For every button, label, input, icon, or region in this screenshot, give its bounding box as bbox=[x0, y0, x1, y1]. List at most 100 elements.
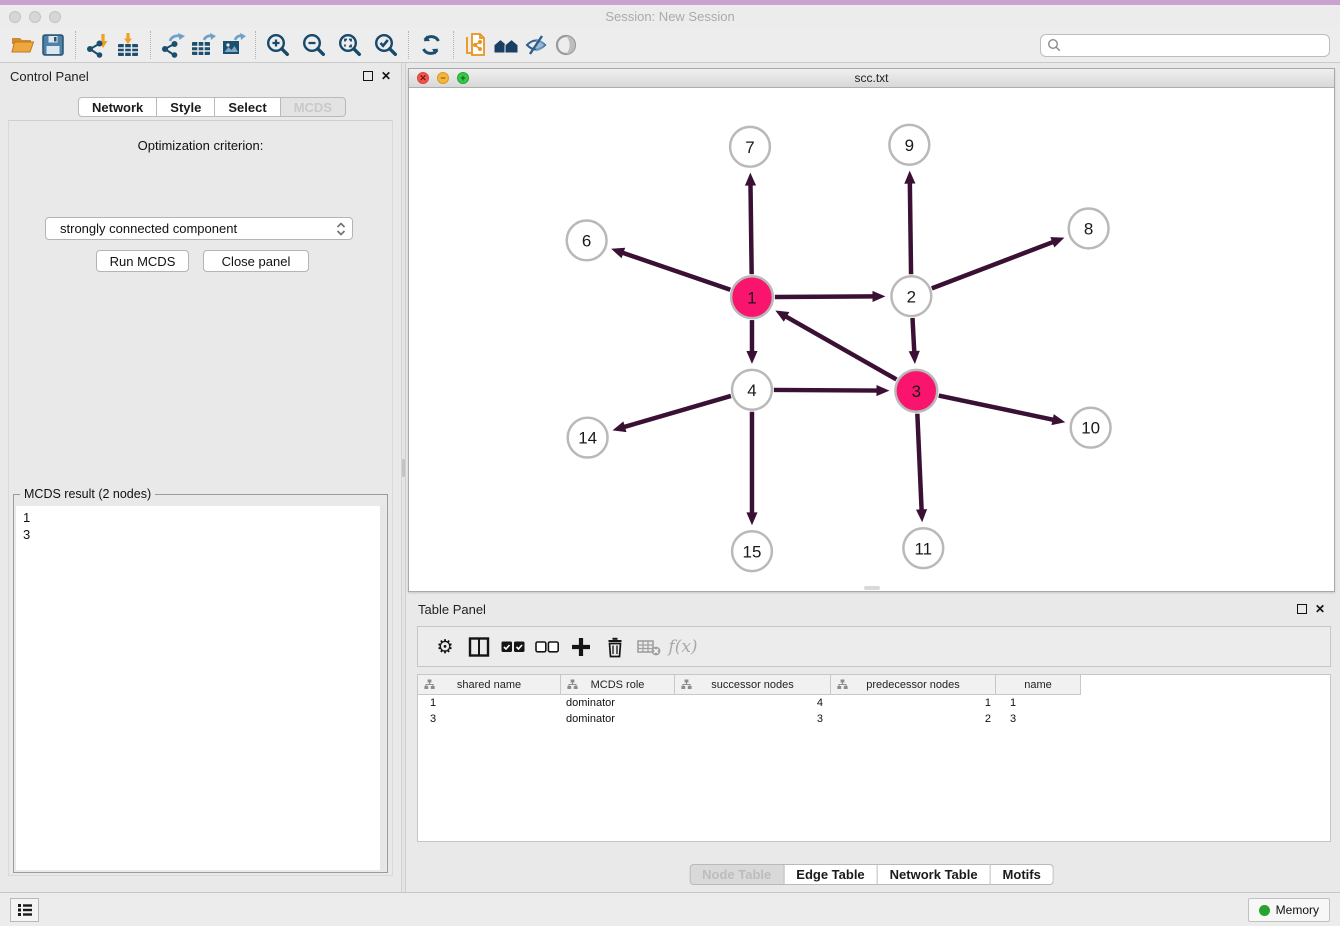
table-row[interactable]: 3 dominator 3 2 3 bbox=[418, 711, 1330, 727]
cell-predecessor-nodes[interactable]: 2 bbox=[831, 711, 996, 727]
close-panel-icon[interactable]: ✕ bbox=[381, 70, 391, 82]
graph-edge[interactable] bbox=[623, 396, 731, 427]
tab-motifs[interactable]: Motifs bbox=[991, 864, 1054, 885]
graph-edge[interactable] bbox=[910, 182, 911, 275]
cell-mcds-role[interactable]: dominator bbox=[561, 695, 675, 711]
edge-arrowhead-icon bbox=[746, 351, 757, 364]
tab-network[interactable]: Network bbox=[78, 97, 157, 117]
mcds-result-list[interactable]: 1 3 bbox=[16, 506, 385, 870]
show-graphics-icon[interactable] bbox=[551, 31, 581, 59]
table-panel-tabs: Node Table Edge Table Network Table Moti… bbox=[689, 864, 1054, 885]
tab-network-table[interactable]: Network Table bbox=[878, 864, 991, 885]
export-network-icon[interactable] bbox=[158, 31, 188, 59]
mcds-result-group: MCDS result (2 nodes) 1 3 bbox=[13, 494, 388, 873]
tab-style[interactable]: Style bbox=[157, 97, 215, 117]
run-mcds-button[interactable]: Run MCDS bbox=[96, 250, 189, 272]
network-canvas[interactable]: 7968124314101511 bbox=[409, 88, 1334, 591]
graph-edge[interactable] bbox=[750, 184, 751, 275]
result-scrollbar[interactable] bbox=[380, 506, 385, 870]
cell-shared-name[interactable]: 3 bbox=[418, 711, 561, 727]
graph-edge[interactable] bbox=[939, 396, 1055, 420]
node-table[interactable]: shared name MCDS role successor nodes pr… bbox=[417, 674, 1331, 842]
graph-edge[interactable] bbox=[932, 242, 1054, 289]
open-session-icon[interactable] bbox=[8, 31, 38, 59]
zoom-selected-icon[interactable] bbox=[371, 31, 401, 59]
new-network-from-file-icon[interactable] bbox=[461, 31, 491, 59]
toolbar-separator bbox=[255, 31, 256, 59]
graph-edge[interactable] bbox=[917, 414, 921, 512]
toolbar-separator bbox=[453, 31, 454, 59]
column-header-shared-name[interactable]: shared name bbox=[418, 675, 561, 695]
hide-graphics-icon[interactable] bbox=[521, 31, 551, 59]
tab-edge-table[interactable]: Edge Table bbox=[784, 864, 877, 885]
app-titlebar: Session: New Session bbox=[0, 5, 1340, 28]
mcds-result-value: 3 bbox=[23, 526, 385, 543]
optimization-criterion-select[interactable]: strongly connected component bbox=[45, 217, 353, 240]
graph-node-label: 2 bbox=[907, 287, 916, 306]
cell-successor-nodes[interactable]: 4 bbox=[675, 695, 831, 711]
table-panel: Table Panel ✕ ⚙ f(x) bbox=[408, 596, 1335, 886]
zoom-out-icon[interactable] bbox=[299, 31, 329, 59]
cell-predecessor-nodes[interactable]: 1 bbox=[831, 695, 996, 711]
select-spinner-icon bbox=[336, 221, 346, 237]
tab-select[interactable]: Select bbox=[215, 97, 280, 117]
cell-mcds-role[interactable]: dominator bbox=[561, 711, 675, 727]
tab-mcds[interactable]: MCDS bbox=[281, 97, 346, 117]
cell-shared-name[interactable]: 1 bbox=[418, 695, 561, 711]
graph-edge[interactable] bbox=[621, 252, 730, 289]
edge-arrowhead-icon bbox=[1050, 237, 1064, 247]
column-header-mcds-role[interactable]: MCDS role bbox=[561, 675, 675, 695]
maximize-network-icon[interactable]: + bbox=[457, 72, 469, 84]
home-layouts-icon[interactable] bbox=[491, 31, 521, 59]
graph-edge[interactable] bbox=[774, 390, 879, 391]
select-all-columns-icon[interactable] bbox=[496, 632, 530, 662]
graph-edge[interactable] bbox=[912, 318, 914, 353]
edge-arrowhead-icon bbox=[611, 248, 625, 259]
float-panel-icon[interactable] bbox=[363, 71, 373, 81]
close-table-panel-icon[interactable]: ✕ bbox=[1315, 603, 1325, 615]
import-network-icon[interactable] bbox=[83, 31, 113, 59]
export-table-icon[interactable] bbox=[188, 31, 218, 59]
float-table-panel-icon[interactable] bbox=[1297, 604, 1307, 614]
delete-table-icon[interactable] bbox=[632, 632, 666, 662]
network-window-titlebar[interactable]: ✕ − + scc.txt bbox=[409, 69, 1334, 88]
network-view-window: ✕ − + scc.txt 7968124314101511 bbox=[408, 68, 1335, 592]
control-panel-title: Control Panel bbox=[10, 69, 355, 84]
table-panel-title: Table Panel bbox=[418, 602, 1289, 617]
table-row[interactable]: 1 dominator 4 1 1 bbox=[418, 695, 1330, 711]
import-table-icon[interactable] bbox=[113, 31, 143, 59]
graph-node-label: 11 bbox=[915, 539, 933, 558]
function-builder-icon[interactable]: f(x) bbox=[666, 632, 700, 662]
task-history-button[interactable] bbox=[10, 898, 39, 922]
zoom-in-icon[interactable] bbox=[263, 31, 293, 59]
delete-row-icon[interactable] bbox=[598, 632, 632, 662]
refresh-icon[interactable] bbox=[416, 31, 446, 59]
save-session-icon[interactable] bbox=[38, 31, 68, 59]
add-row-icon[interactable] bbox=[564, 632, 598, 662]
edge-arrowhead-icon bbox=[612, 421, 626, 432]
cell-successor-nodes[interactable]: 3 bbox=[675, 711, 831, 727]
column-header-name[interactable]: name bbox=[996, 675, 1081, 695]
close-network-icon[interactable]: ✕ bbox=[417, 72, 429, 84]
graph-node-label: 7 bbox=[745, 138, 754, 157]
network-resize-grip[interactable] bbox=[864, 586, 880, 590]
graph-edge[interactable] bbox=[785, 316, 897, 380]
zoom-fit-icon[interactable] bbox=[335, 31, 365, 59]
network-window-controls[interactable]: ✕ − + bbox=[417, 72, 469, 84]
deselect-all-columns-icon[interactable] bbox=[530, 632, 564, 662]
graph-edge[interactable] bbox=[775, 296, 875, 297]
tab-node-table[interactable]: Node Table bbox=[689, 864, 784, 885]
cell-name[interactable]: 1 bbox=[996, 695, 1081, 711]
graph-node-label: 15 bbox=[743, 542, 762, 561]
close-panel-button[interactable]: Close panel bbox=[203, 250, 309, 272]
column-header-successor-nodes[interactable]: successor nodes bbox=[675, 675, 831, 695]
search-input[interactable] bbox=[1040, 34, 1330, 57]
split-columns-icon[interactable] bbox=[462, 632, 496, 662]
table-settings-icon[interactable]: ⚙ bbox=[428, 632, 462, 662]
cell-name[interactable]: 3 bbox=[996, 711, 1081, 727]
splitter-grip-icon bbox=[402, 459, 405, 477]
memory-button[interactable]: Memory bbox=[1248, 898, 1330, 922]
export-image-icon[interactable] bbox=[218, 31, 248, 59]
column-header-predecessor-nodes[interactable]: predecessor nodes bbox=[831, 675, 996, 695]
minimize-network-icon[interactable]: − bbox=[437, 72, 449, 84]
